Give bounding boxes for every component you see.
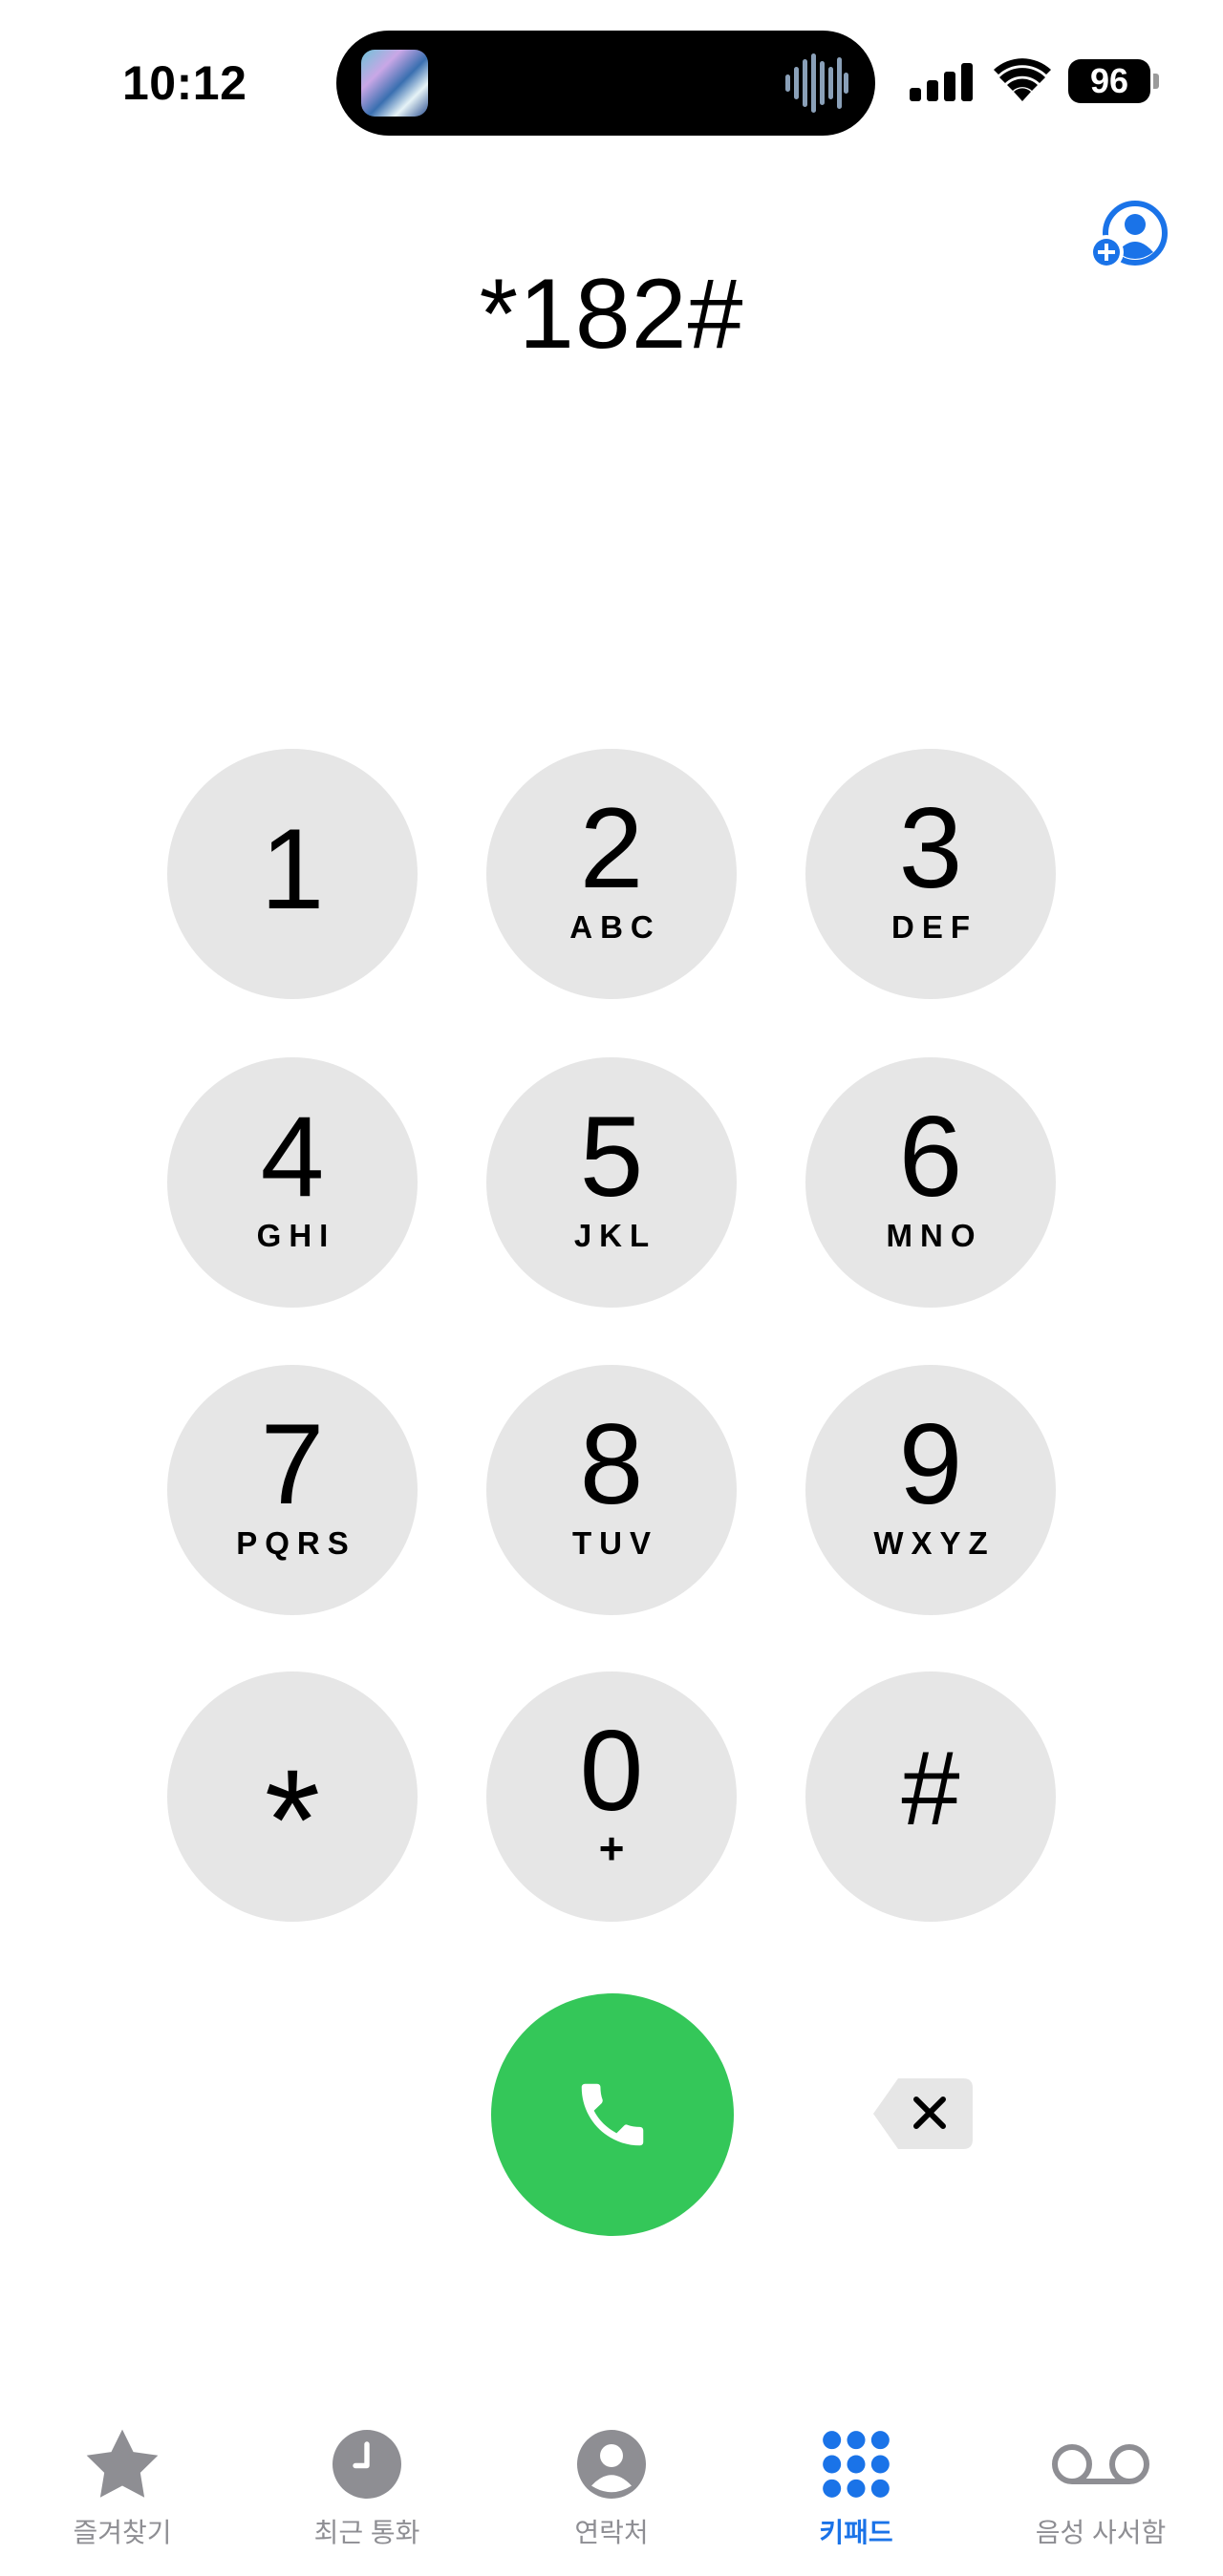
tab-voicemail[interactable]: 음성 사서함 xyxy=(978,2407,1223,2560)
tab-label: 키패드 xyxy=(819,2518,893,2547)
key-digit: 7 xyxy=(260,1400,325,1528)
wifi-icon xyxy=(994,58,1051,101)
key-9[interactable]: 9 WXYZ xyxy=(805,1365,1056,1615)
key-letters: JKL xyxy=(573,1218,657,1253)
key-letters: GHI xyxy=(256,1218,336,1253)
tab-label: 최근 통화 xyxy=(313,2518,420,2547)
keypad-icon xyxy=(823,2431,890,2498)
key-3[interactable]: 3 DEF xyxy=(805,749,1056,999)
key-letters: WXYZ xyxy=(873,1525,996,1561)
backspace-icon[interactable] xyxy=(871,2076,975,2151)
battery-indicator: 96 xyxy=(1068,59,1150,103)
key-digit: 6 xyxy=(898,1093,963,1221)
phone-icon xyxy=(581,2083,644,2146)
key-digit: * xyxy=(264,1739,321,1900)
key-digit: # xyxy=(901,1730,960,1847)
key-4[interactable]: 4 GHI xyxy=(167,1057,418,1308)
tab-keypad[interactable]: 키패드 xyxy=(734,2407,978,2560)
status-time: 10:12 xyxy=(122,56,247,110)
cellular-signal-icon xyxy=(910,63,973,101)
call-button[interactable] xyxy=(491,1993,734,2236)
battery-level: 96 xyxy=(1089,61,1129,100)
tab-label: 연락처 xyxy=(574,2518,649,2547)
key-digit: 3 xyxy=(898,784,963,912)
key-digit: 9 xyxy=(898,1400,963,1528)
key-letters: TUV xyxy=(572,1525,658,1561)
tab-recents[interactable]: 최근 통화 xyxy=(245,2407,489,2560)
key-7[interactable]: 7 PQRS xyxy=(167,1365,418,1615)
key-6[interactable]: 6 MNO xyxy=(805,1057,1056,1308)
voicemail-icon xyxy=(1052,2444,1149,2484)
key-star[interactable]: * xyxy=(167,1671,418,1922)
key-digit: 4 xyxy=(260,1093,325,1221)
key-1[interactable]: 1 xyxy=(167,749,418,999)
star-icon xyxy=(86,2429,159,2498)
key-digit: 8 xyxy=(579,1400,644,1528)
key-8[interactable]: 8 TUV xyxy=(486,1365,737,1615)
key-letters: DEF xyxy=(891,909,977,945)
tab-label: 즐겨찾기 xyxy=(73,2518,172,2547)
key-digit: 0 xyxy=(579,1707,644,1835)
key-letters: + xyxy=(598,1823,625,1873)
tab-contacts[interactable]: 연락처 xyxy=(489,2407,734,2560)
tab-label: 음성 사서함 xyxy=(1035,2518,1167,2547)
key-5[interactable]: 5 JKL xyxy=(486,1057,737,1308)
key-letters: PQRS xyxy=(236,1525,356,1561)
key-digit: 5 xyxy=(579,1093,644,1221)
key-digit: 1 xyxy=(260,805,325,933)
key-letters: MNO xyxy=(886,1218,983,1253)
battery-cap xyxy=(1153,74,1159,89)
tab-bar: 즐겨찾기 최근 통화 연락처 키패드 음성 사서함 xyxy=(0,2407,1223,2576)
dynamic-island[interactable] xyxy=(336,31,875,136)
key-letters: ABC xyxy=(569,909,661,945)
clock-icon xyxy=(333,2430,401,2499)
now-playing-artwork-icon xyxy=(361,50,428,117)
tab-favorites[interactable]: 즐겨찾기 xyxy=(0,2407,245,2560)
key-0[interactable]: 0 + xyxy=(486,1671,737,1922)
key-digit: 2 xyxy=(579,784,644,912)
key-2[interactable]: 2 ABC xyxy=(486,749,737,999)
audio-waveform-icon xyxy=(785,53,848,113)
key-hash[interactable]: # xyxy=(805,1671,1056,1922)
dialed-number: *182# xyxy=(479,259,744,370)
person-icon xyxy=(577,2430,646,2499)
